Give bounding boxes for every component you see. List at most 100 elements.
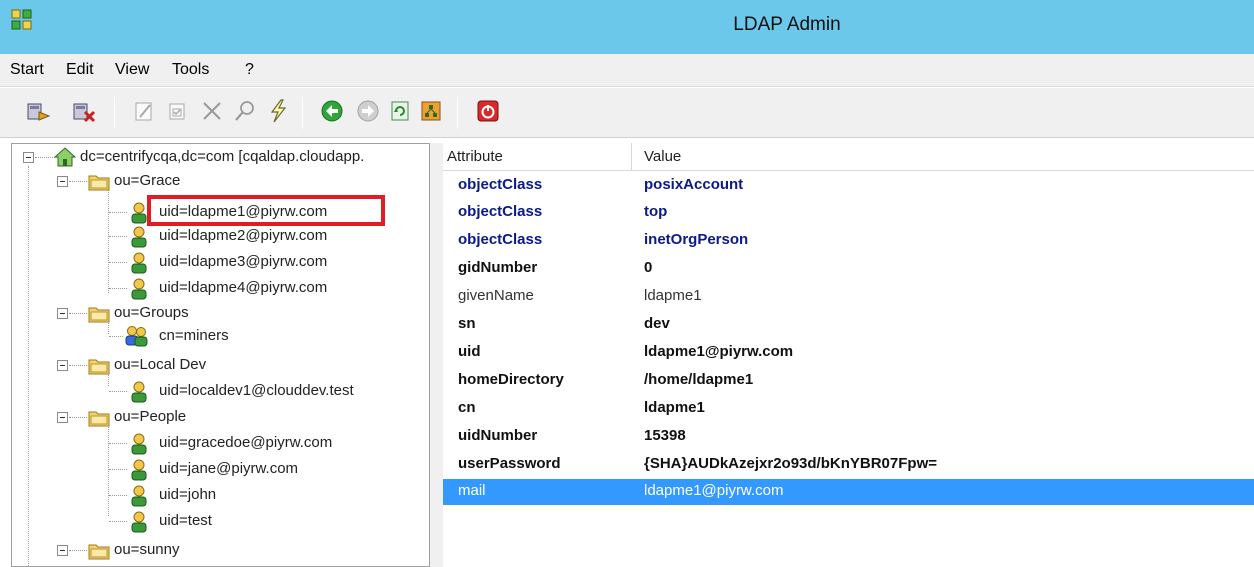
- tree-ou-label: ou=Grace: [114, 172, 181, 189]
- tree-user-label: uid=localdev1@clouddev.test: [159, 382, 354, 399]
- refresh-icon[interactable]: [386, 96, 414, 126]
- tree-user-label: uid=jane@piyrw.com: [159, 460, 299, 477]
- menu-view[interactable]: View: [115, 61, 149, 79]
- tree-root-node[interactable]: dc=centrifycqa,dc=com [cqaldap.cloudapp.: [12, 146, 429, 170]
- attribute-value: 15398: [644, 427, 686, 444]
- attribute-name: givenName: [458, 287, 534, 304]
- tree-ou-label: ou=sunny: [114, 541, 180, 558]
- user-icon: [131, 459, 147, 481]
- attribute-grid[interactable]: Attribute Value objectClass posixAccount…: [443, 143, 1254, 567]
- attribute-value: {SHA}AUDkAzejxr2o93d/bKnYBR07Fpw=: [644, 455, 937, 472]
- tree-ou-groups[interactable]: ou=Groups: [12, 302, 429, 326]
- toolbar-separator: [457, 97, 458, 129]
- menu-edit[interactable]: Edit: [66, 61, 94, 79]
- tree-user-node[interactable]: uid=test: [12, 510, 429, 534]
- folder-icon: [88, 544, 110, 560]
- forward-icon[interactable]: [354, 96, 382, 126]
- column-header-attribute[interactable]: Attribute: [447, 148, 503, 165]
- menu-start[interactable]: Start: [10, 61, 44, 79]
- toolbar: [0, 88, 1254, 138]
- tree-connector: [109, 336, 123, 337]
- attribute-value: posixAccount: [644, 176, 744, 193]
- attribute-value: dev: [644, 315, 670, 332]
- user-icon: [131, 252, 147, 274]
- grid-row[interactable]: cn ldapme1: [443, 396, 1254, 422]
- attribute-value: /home/ldapme1: [644, 371, 754, 388]
- attribute-name: sn: [458, 315, 476, 332]
- menu-help[interactable]: ?: [245, 61, 254, 79]
- column-header-value[interactable]: Value: [644, 148, 681, 165]
- grid-row[interactable]: uid ldapme1@piyrw.com: [443, 340, 1254, 366]
- grid-row-selected[interactable]: mail ldapme1@piyrw.com: [443, 479, 1254, 505]
- attribute-value: ldapme1: [644, 287, 702, 304]
- tree-ou-sunny[interactable]: ou=sunny: [12, 539, 429, 563]
- properties-icon[interactable]: [163, 96, 191, 126]
- tree-connector: [109, 443, 127, 444]
- grid-row[interactable]: uidNumber 15398: [443, 424, 1254, 450]
- tree-connector: [109, 212, 127, 213]
- collapse-icon[interactable]: [57, 176, 68, 187]
- tree-user-node[interactable]: uid=john: [12, 484, 429, 508]
- folder-icon: [88, 359, 110, 375]
- grid-row[interactable]: sn dev: [443, 312, 1254, 338]
- grid-row[interactable]: userPassword {SHA}AUDkAzejxr2o93d/bKnYBR…: [443, 452, 1254, 478]
- tree-ou-grace[interactable]: ou=Grace: [12, 170, 429, 194]
- grid-row[interactable]: givenName ldapme1: [443, 284, 1254, 310]
- collapse-icon[interactable]: [57, 308, 68, 319]
- tree-user-label: uid=test: [159, 512, 212, 529]
- title-bar: LDAP Admin: [0, 0, 1254, 54]
- collapse-icon[interactable]: [57, 545, 68, 556]
- collapse-icon[interactable]: [23, 152, 34, 163]
- tree-connector: [69, 417, 87, 418]
- directory-tree[interactable]: dc=centrifycqa,dc=com [cqaldap.cloudapp.…: [11, 143, 430, 567]
- grid-row[interactable]: objectClass top: [443, 200, 1254, 226]
- server-home-icon: [53, 147, 77, 167]
- tree-user-label: uid=gracedoe@piyrw.com: [159, 434, 333, 451]
- menu-bar: Start Edit View Tools ?: [0, 54, 1254, 87]
- exit-icon[interactable]: [474, 96, 502, 126]
- tree-user-node[interactable]: uid=localdev1@clouddev.test: [12, 380, 429, 404]
- edit-icon[interactable]: [130, 96, 158, 126]
- pane-splitter[interactable]: [430, 143, 443, 567]
- lightning-icon[interactable]: [264, 96, 292, 126]
- tree-group-node[interactable]: cn=miners: [12, 325, 429, 349]
- folder-icon: [88, 307, 110, 323]
- tree-user-label: uid=john: [159, 486, 217, 503]
- tree-connector: [69, 313, 87, 314]
- search-icon[interactable]: [231, 96, 259, 126]
- tree-user-node[interactable]: uid=ldapme4@piyrw.com: [12, 277, 429, 301]
- user-icon: [131, 511, 147, 533]
- schema-icon[interactable]: [417, 96, 445, 126]
- tree-ou-label: ou=People: [114, 408, 187, 425]
- back-icon[interactable]: [318, 96, 346, 126]
- disconnect-icon[interactable]: [70, 96, 98, 126]
- grid-row[interactable]: objectClass inetOrgPerson: [443, 228, 1254, 254]
- column-divider[interactable]: [631, 143, 632, 171]
- grid-row[interactable]: gidNumber 0: [443, 256, 1254, 282]
- connect-icon[interactable]: [24, 96, 52, 126]
- tree-connector: [69, 365, 87, 366]
- tree-user-label: uid=ldapme4@piyrw.com: [159, 279, 328, 296]
- delete-icon[interactable]: [198, 96, 226, 126]
- toolbar-separator: [302, 97, 303, 129]
- grid-row[interactable]: objectClass posixAccount: [443, 173, 1254, 199]
- user-icon: [131, 278, 147, 300]
- tree-connector: [109, 236, 127, 237]
- tree-connector: [109, 391, 127, 392]
- tree-user-label: uid=ldapme3@piyrw.com: [159, 253, 328, 270]
- attribute-name: homeDirectory: [458, 371, 564, 388]
- tree-user-node[interactable]: uid=jane@piyrw.com: [12, 458, 429, 482]
- collapse-icon[interactable]: [57, 412, 68, 423]
- attribute-value: inetOrgPerson: [644, 231, 749, 248]
- tree-user-node[interactable]: uid=gracedoe@piyrw.com: [12, 432, 429, 456]
- user-icon: [131, 381, 147, 403]
- attribute-name: mail: [458, 482, 486, 499]
- grid-row[interactable]: homeDirectory /home/ldapme1: [443, 368, 1254, 394]
- collapse-icon[interactable]: [57, 360, 68, 371]
- tree-user-node[interactable]: uid=ldapme2@piyrw.com: [12, 225, 429, 249]
- menu-tools[interactable]: Tools: [172, 61, 209, 79]
- attribute-name: objectClass: [458, 203, 543, 220]
- tree-ou-people[interactable]: ou=People: [12, 406, 429, 430]
- tree-user-node[interactable]: uid=ldapme3@piyrw.com: [12, 251, 429, 275]
- tree-ou-local-dev[interactable]: ou=Local Dev: [12, 354, 429, 378]
